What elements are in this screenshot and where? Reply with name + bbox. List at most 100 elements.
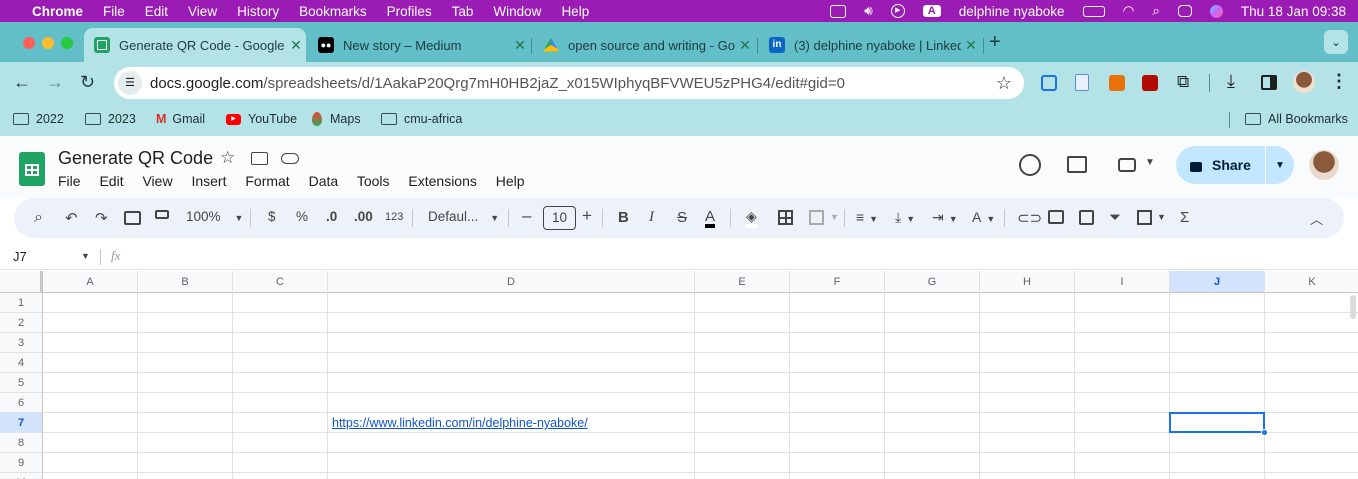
row-header-3[interactable]: 3 xyxy=(0,333,43,353)
menu-edit[interactable]: Edit xyxy=(145,4,168,19)
clock[interactable]: Thu 18 Jan 09:38 xyxy=(1241,4,1346,19)
row-header-6[interactable]: 6 xyxy=(0,393,43,413)
version-history-icon[interactable] xyxy=(1019,154,1041,176)
comments-icon[interactable] xyxy=(1067,156,1087,173)
tab-medium[interactable]: ●● New story – Medium ✕ xyxy=(308,28,530,62)
menu-window[interactable]: Window xyxy=(493,4,541,19)
all-bookmarks-button[interactable]: All Bookmarks xyxy=(1245,112,1348,126)
search-menus-icon[interactable]: ⌕ xyxy=(34,209,43,227)
star-icon[interactable]: ☆ xyxy=(220,148,235,168)
fill-handle[interactable] xyxy=(1261,429,1268,436)
user-name[interactable]: delphine nyaboke xyxy=(959,4,1065,19)
vertical-scrollbar[interactable] xyxy=(1350,295,1356,319)
merge-dropdown-icon[interactable]: ▼ xyxy=(830,212,839,222)
decrease-font-size-icon[interactable]: – xyxy=(522,206,531,226)
bookmark-star-icon[interactable]: ☆ xyxy=(996,73,1012,94)
name-box-dropdown-icon[interactable]: ▼ xyxy=(81,251,90,261)
percent-format-button[interactable]: % xyxy=(296,209,308,224)
document-title[interactable]: Generate QR Code xyxy=(58,148,213,169)
filter-views-icon[interactable] xyxy=(1137,210,1152,225)
sheets-menu-help[interactable]: Help xyxy=(496,173,525,189)
sheets-menu-extensions[interactable]: Extensions xyxy=(408,173,476,189)
horizontal-align-icon[interactable]: ≡ ▼ xyxy=(856,209,878,225)
menu-tab[interactable]: Tab xyxy=(452,4,474,19)
currency-format-button[interactable]: $ xyxy=(268,209,276,224)
selected-cell-j7[interactable] xyxy=(1169,412,1265,433)
collapse-toolbar-chevron-icon[interactable]: ︿ xyxy=(1310,209,1323,228)
bookmark-youtube[interactable]: ▶ YouTube xyxy=(226,112,297,126)
wifi-icon[interactable]: ◠ xyxy=(1123,3,1135,19)
meet-video-icon[interactable] xyxy=(1118,158,1136,172)
column-header-h[interactable]: H xyxy=(980,271,1075,293)
bookmark-folder-2022[interactable]: 2022 xyxy=(13,112,64,126)
sheets-menu-format[interactable]: Format xyxy=(245,173,289,189)
increase-decimal-button[interactable]: .00 xyxy=(354,209,373,224)
font-size-input[interactable]: 10 xyxy=(543,206,576,230)
close-window-button[interactable] xyxy=(23,37,35,49)
site-settings-icon[interactable]: ☰ xyxy=(118,71,142,95)
filter-icon[interactable]: ⏷ xyxy=(1109,209,1121,226)
menu-view[interactable]: View xyxy=(188,4,217,19)
forward-arrow-icon[interactable]: → xyxy=(46,72,64,93)
insert-comment-icon[interactable] xyxy=(1048,210,1064,224)
sheets-logo-icon[interactable] xyxy=(19,152,45,186)
side-panel-icon[interactable] xyxy=(1261,75,1277,90)
strikethrough-icon[interactable]: S xyxy=(677,209,687,226)
bookmark-gmail[interactable]: M Gmail xyxy=(156,112,205,126)
text-rotation-icon[interactable]: A ▼ xyxy=(972,209,995,225)
text-color-icon[interactable]: A xyxy=(705,209,716,228)
font-family-select[interactable]: Defaul... ▼ xyxy=(428,209,499,224)
meet-dropdown-icon[interactable]: ▼ xyxy=(1145,157,1155,168)
zoom-window-button[interactable] xyxy=(61,37,73,49)
chrome-menu-icon[interactable]: ⋮ xyxy=(1330,71,1348,92)
minimize-window-button[interactable] xyxy=(42,37,54,49)
battery-icon[interactable] xyxy=(1082,5,1105,17)
column-header-a[interactable]: A xyxy=(43,271,138,293)
select-all-corner[interactable] xyxy=(0,271,43,293)
downloads-icon[interactable]: ⤓ xyxy=(1227,71,1235,92)
increase-font-size-icon[interactable]: + xyxy=(582,206,592,226)
sheets-menu-insert[interactable]: Insert xyxy=(191,173,226,189)
column-header-b[interactable]: B xyxy=(138,271,233,293)
name-box[interactable]: J7 xyxy=(13,249,27,264)
column-header-g[interactable]: G xyxy=(885,271,980,293)
menu-help[interactable]: Help xyxy=(561,4,589,19)
italic-icon[interactable]: I xyxy=(649,209,654,226)
profile-avatar[interactable] xyxy=(1293,71,1315,93)
cell-d7-link[interactable]: https://www.linkedin.com/in/delphine-nya… xyxy=(332,416,588,430)
extension-screenshot-icon[interactable] xyxy=(1041,75,1057,91)
extension-docs-icon[interactable] xyxy=(1075,74,1089,91)
screen-mirror-icon[interactable] xyxy=(830,4,847,18)
tab-close-icon[interactable]: ✕ xyxy=(961,37,981,54)
bookmark-maps[interactable]: Maps xyxy=(312,112,361,126)
sheets-menu-data[interactable]: Data xyxy=(309,173,339,189)
bookmark-folder-2023[interactable]: 2023 xyxy=(85,112,136,126)
menu-bookmarks[interactable]: Bookmarks xyxy=(299,4,367,19)
play-icon[interactable]: ▶ xyxy=(890,4,905,18)
column-header-f[interactable]: F xyxy=(790,271,885,293)
print-icon[interactable] xyxy=(124,211,141,225)
input-source-badge[interactable]: A xyxy=(922,5,941,17)
tab-close-icon[interactable]: ✕ xyxy=(510,37,530,54)
column-header-j[interactable]: J xyxy=(1170,271,1265,293)
zoom-select[interactable]: 100% ▼ xyxy=(186,209,243,224)
column-header-e[interactable]: E xyxy=(695,271,790,293)
volume-icon[interactable]: 🔊︎ xyxy=(864,3,873,19)
borders-icon[interactable] xyxy=(778,210,793,225)
undo-icon[interactable]: ↶ xyxy=(65,209,78,227)
fill-color-icon[interactable]: ◈ xyxy=(746,209,757,228)
menu-file[interactable]: File xyxy=(103,4,125,19)
more-formats-button[interactable]: 123 xyxy=(385,211,403,223)
tab-sheets[interactable]: Generate QR Code - Google Sheets ✕ xyxy=(84,28,306,62)
insert-link-icon[interactable]: ⊂⊃ xyxy=(1017,209,1042,227)
functions-sigma-icon[interactable]: Σ xyxy=(1180,209,1189,226)
tab-drive[interactable]: open source and writing - Google Drive ✕ xyxy=(533,28,755,62)
row-header-1[interactable]: 1 xyxy=(0,293,43,313)
address-bar[interactable]: ☰ docs.google.com/spreadsheets/d/1AakaP2… xyxy=(114,67,1024,99)
control-center-icon[interactable] xyxy=(1177,5,1192,17)
extensions-puzzle-icon[interactable]: ⧉ xyxy=(1177,72,1189,92)
row-header-2[interactable]: 2 xyxy=(0,313,43,333)
sheets-menu-tools[interactable]: Tools xyxy=(357,173,390,189)
column-header-i[interactable]: I xyxy=(1075,271,1170,293)
share-dropdown-icon[interactable]: ▼ xyxy=(1266,160,1294,171)
